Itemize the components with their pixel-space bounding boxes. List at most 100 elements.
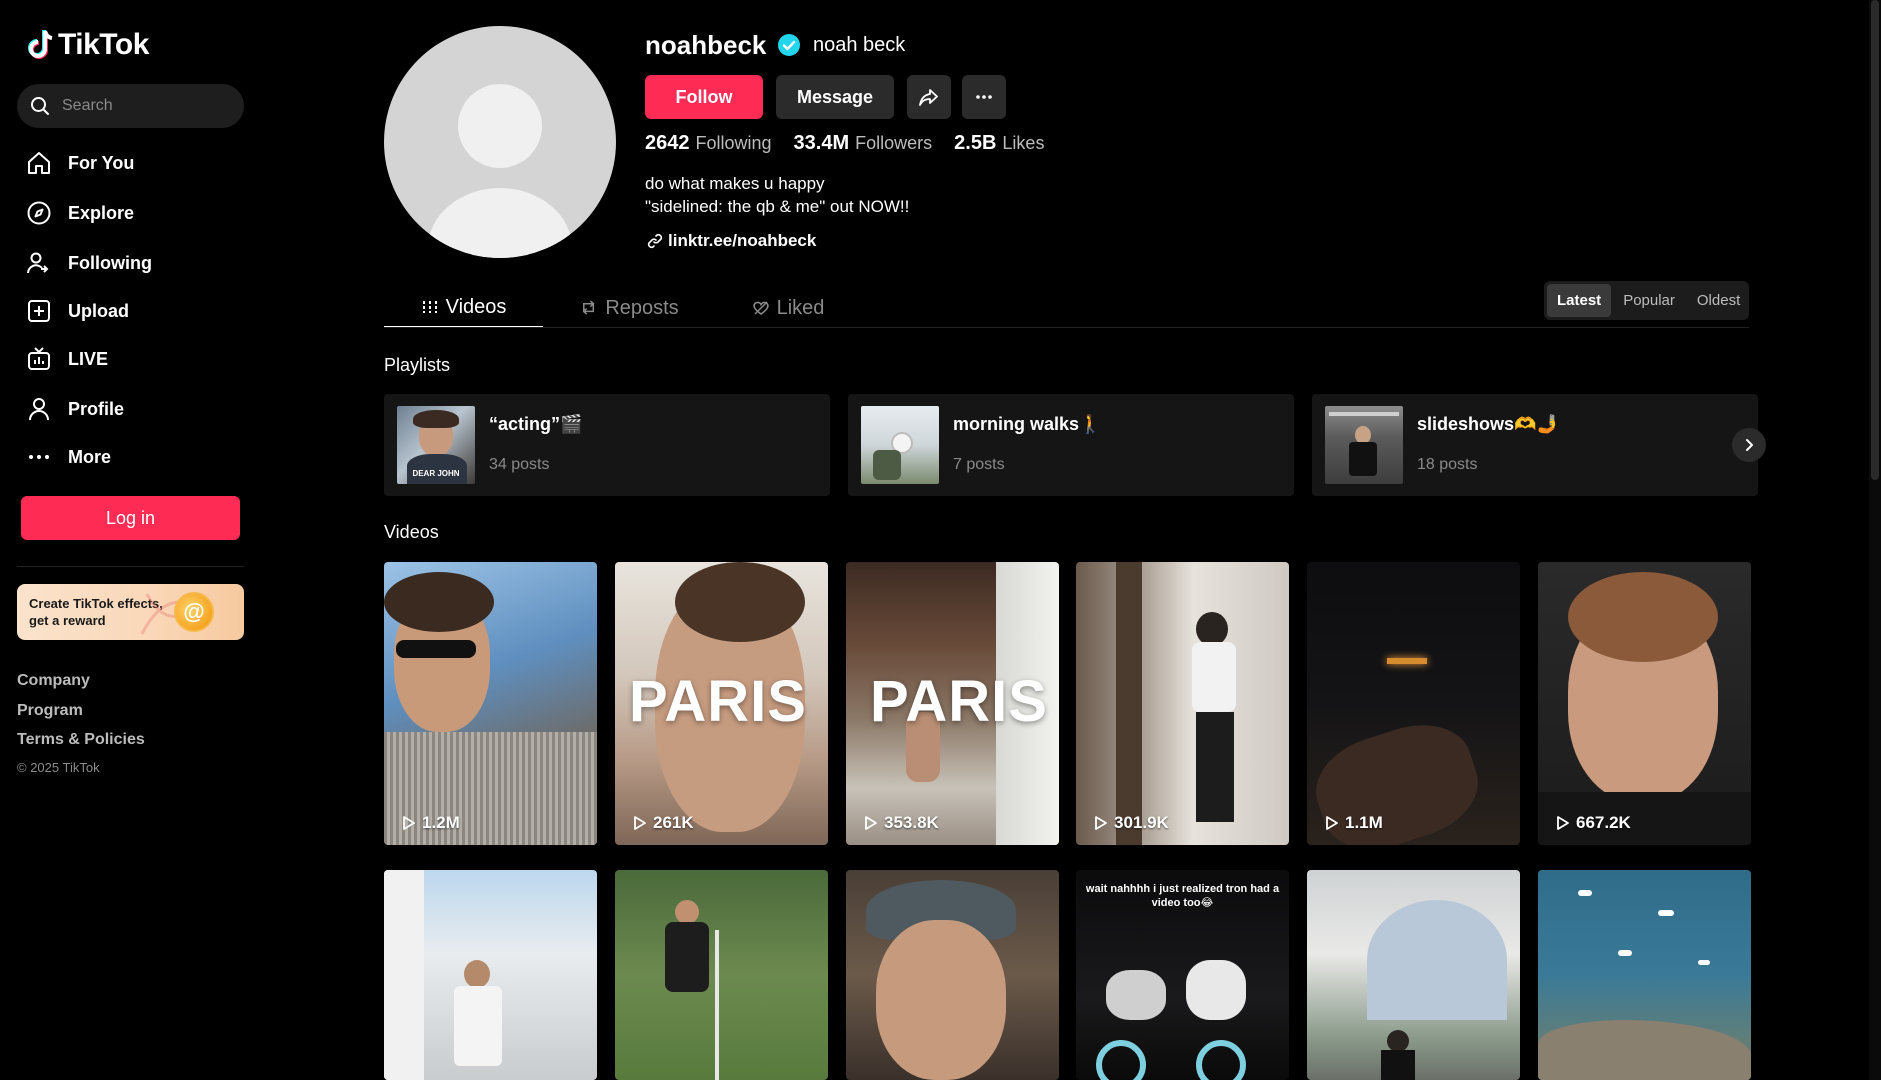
video-thumbnail[interactable]: wait nahhhh i just realized tron had a v… (1076, 870, 1289, 1080)
footer-link-company[interactable]: Company (17, 672, 90, 690)
sort-oldest[interactable]: Oldest (1687, 284, 1750, 317)
profile-stats: 2642 Following 33.4M Followers 2.5B Like… (645, 132, 1044, 155)
share-icon (919, 89, 938, 106)
video-view-count: 1.1M (1324, 813, 1383, 833)
nav-profile[interactable]: Profile (26, 389, 124, 429)
playlist-count: 7 posts (953, 456, 1005, 473)
playlist-title: “acting”🎬 (489, 414, 583, 434)
tab-liked[interactable]: Liked (735, 288, 841, 328)
profile-avatar (384, 26, 616, 258)
playlist-next-button[interactable] (1732, 428, 1766, 462)
tab-reposts[interactable]: Reposts (563, 288, 696, 328)
link-icon (647, 233, 663, 249)
video-overlay-text: PARIS (629, 669, 807, 734)
playlist-title: morning walks🚶 (953, 414, 1102, 434)
video-view-count: 1.2M (401, 813, 460, 833)
play-icon (403, 816, 415, 830)
play-icon (1326, 816, 1338, 830)
sidebar: TikTok For You Explore Following (0, 0, 262, 1080)
nav-upload[interactable]: Upload (26, 291, 129, 331)
video-thumbnail[interactable]: PARIS 353.8K (846, 562, 1059, 845)
nav-live[interactable]: LIVE (26, 339, 108, 379)
footer-link-terms[interactable]: Terms & Policies (17, 731, 145, 749)
footer-link-program[interactable]: Program (17, 702, 83, 720)
message-button[interactable]: Message (776, 75, 894, 119)
follow-button[interactable]: Follow (645, 75, 763, 119)
search-icon (31, 97, 49, 115)
stat-followers[interactable]: 33.4M Followers (794, 132, 933, 155)
chevron-right-icon (1746, 439, 1753, 451)
stat-likes: 2.5B Likes (954, 132, 1044, 155)
playlist-thumbnail (861, 406, 939, 484)
more-options-button[interactable] (962, 75, 1006, 119)
profile-bio: do what makes u happy "sidelined: the qb… (645, 172, 909, 218)
video-thumbnail[interactable]: 1.2M (384, 562, 597, 845)
nav-for-you[interactable]: For You (26, 143, 134, 183)
following-icon (27, 252, 49, 274)
stat-following[interactable]: 2642 Following (645, 132, 772, 155)
effects-promo-banner[interactable]: Create TikTok effects, get a reward @ (17, 584, 244, 640)
playlists-title: Playlists (384, 355, 451, 375)
stat-label: Followers (855, 133, 933, 153)
video-caption-text: wait nahhhh i just realized tron had a v… (1085, 883, 1280, 909)
verified-badge-icon (778, 34, 800, 56)
play-icon (1557, 816, 1569, 830)
tab-label: Videos (445, 295, 507, 318)
nav-explore[interactable]: Explore (26, 193, 134, 233)
nav-following[interactable]: Following (26, 243, 152, 283)
page-scrollbar[interactable] (1869, 0, 1881, 1080)
nav-label: Following (68, 252, 152, 273)
tiktok-logo[interactable]: TikTok (26, 28, 149, 62)
search-bar[interactable] (17, 84, 244, 128)
stat-number: 33.4M (793, 132, 850, 154)
profile-icon (29, 398, 49, 421)
login-button[interactable]: Log in (21, 496, 240, 540)
nav-label: Profile (68, 398, 125, 419)
sort-popular[interactable]: Popular (1613, 284, 1685, 317)
stat-number: 2.5B (954, 132, 997, 154)
reward-coin-icon: @ (174, 592, 214, 632)
nav-more[interactable]: More (26, 437, 111, 477)
playlist-thumbnail: DEAR JOHN (397, 406, 475, 484)
compass-icon (27, 201, 51, 225)
video-thumbnail[interactable] (384, 870, 597, 1080)
sort-latest[interactable]: Latest (1547, 284, 1612, 317)
bio-line: "sidelined: the qb & me" out NOW!! (645, 197, 910, 216)
share-button[interactable] (907, 75, 951, 119)
video-view-count: 353.8K (863, 813, 939, 833)
playlist-card[interactable]: slideshows🫶🤳 18 posts (1312, 394, 1758, 496)
tab-videos[interactable]: Videos (384, 288, 543, 328)
liked-heart-icon (752, 301, 769, 315)
sort-toggle: Latest Popular Oldest (1544, 281, 1749, 320)
video-thumbnail[interactable] (846, 870, 1059, 1080)
video-thumbnail[interactable]: 667.2K (1538, 562, 1751, 845)
video-thumbnail[interactable] (615, 870, 828, 1080)
playlist-card[interactable]: morning walks🚶 7 posts (848, 394, 1294, 496)
video-thumbnail[interactable]: 301.9K (1076, 562, 1289, 845)
repost-icon (583, 300, 595, 315)
nav-label: More (68, 446, 112, 467)
videos-title: Videos (384, 522, 439, 542)
tab-label: Reposts (605, 296, 679, 319)
search-input[interactable] (62, 97, 232, 115)
playlist-thumbnail (1325, 406, 1403, 484)
sidebar-divider (17, 566, 244, 567)
playlist-card[interactable]: DEAR JOHN “acting”🎬 34 posts (384, 394, 830, 496)
nav-label: Explore (68, 202, 135, 223)
video-view-count: 667.2K (1555, 813, 1631, 833)
tiktok-note-icon (28, 30, 53, 59)
playlist-title: slideshows🫶🤳 (1417, 414, 1559, 434)
nav-label: Upload (68, 300, 129, 321)
playlist-thumb-caption: DEAR JOHN (412, 469, 460, 478)
upload-icon (28, 300, 50, 322)
live-icon (28, 347, 50, 370)
video-thumbnail[interactable] (1307, 870, 1520, 1080)
profile-link[interactable]: linktr.ee/noahbeck (647, 231, 816, 251)
stat-label: Likes (1002, 133, 1045, 153)
video-thumbnail[interactable] (1538, 870, 1751, 1080)
scrollbar-thumb[interactable] (1871, 0, 1879, 480)
video-view-count: 261K (632, 813, 694, 833)
video-thumbnail[interactable]: PARIS 261K (615, 562, 828, 845)
video-thumbnail[interactable]: 1.1M (1307, 562, 1520, 845)
nav-label: For You (68, 152, 135, 173)
